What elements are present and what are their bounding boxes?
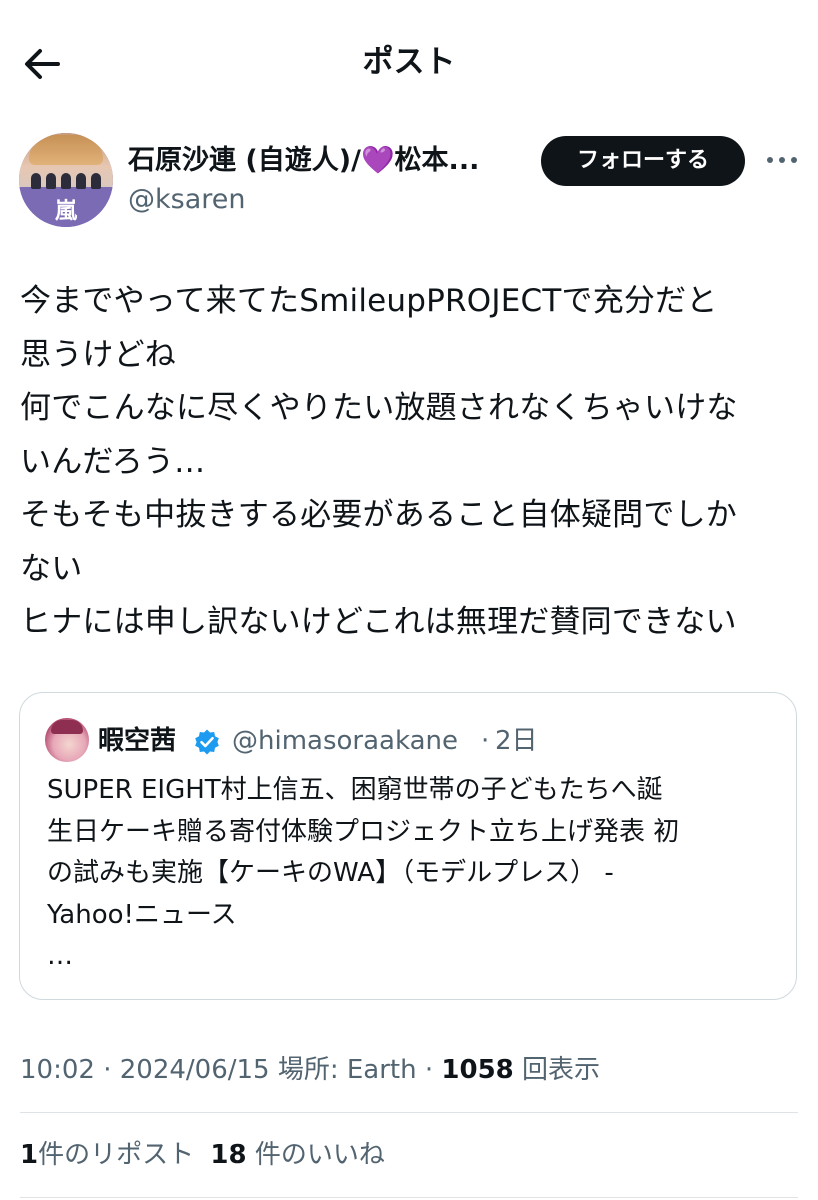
post-date[interactable]: 2024/06/15: [120, 1055, 270, 1085]
likes-link[interactable]: 18 件のいいね: [210, 1140, 384, 1170]
post-time[interactable]: 10:02: [20, 1055, 95, 1085]
author-name[interactable]: 石原沙連 (自遊人)/💜松本...: [128, 142, 508, 180]
separator-dot: ·: [481, 726, 490, 756]
post-text: 今までやって来てたSmileupPROJECTで充分だと 思うけどね 何でこんな…: [20, 283, 738, 640]
quoted-author-name: 暇空茜: [98, 726, 177, 756]
follow-button[interactable]: フォローする: [541, 136, 745, 186]
repost-label: 件のリポスト: [38, 1140, 195, 1170]
separator-dot: ·: [94, 1055, 120, 1085]
engagement-stats: 1件のリポスト 18 件のいいね: [20, 1135, 385, 1175]
quoted-post-time: 2日: [495, 726, 538, 756]
author-avatar[interactable]: 嵐: [19, 133, 113, 227]
view-count-label: 回表示: [513, 1055, 601, 1085]
quoted-author-avatar: [45, 718, 89, 762]
avatar-figures: [31, 173, 101, 189]
divider: [20, 1112, 798, 1113]
divider: [20, 1197, 798, 1198]
quoted-post-ellipsis: …: [47, 941, 73, 971]
quoted-post-text: SUPER EIGHT村上信五、困窮世帯の子どもたちへ誕 生日ケーキ贈る寄付体験…: [47, 775, 680, 930]
author-handle[interactable]: @ksaren: [128, 182, 245, 218]
post-meta: 10:02 · 2024/06/15 場所: Earth · 1058 回表示: [20, 1050, 600, 1090]
separator-dot: ·: [416, 1055, 442, 1085]
avatar-logo: 嵐: [54, 198, 77, 224]
like-label: 件のいいね: [246, 1140, 385, 1170]
page-title: ポスト: [362, 44, 456, 80]
avatar-hair: [29, 135, 103, 165]
view-count: 1058: [441, 1055, 514, 1085]
post-location: 場所: Earth: [269, 1055, 417, 1085]
more-horizontal-icon: [767, 157, 797, 163]
like-count: 18: [210, 1140, 247, 1170]
repost-count: 1: [20, 1140, 39, 1170]
reposts-link[interactable]: 1件のリポスト: [20, 1140, 194, 1170]
verified-badge-icon: [193, 728, 221, 756]
quoted-author-handle: @himasoraakane: [232, 726, 458, 756]
more-options-button[interactable]: [762, 145, 802, 175]
